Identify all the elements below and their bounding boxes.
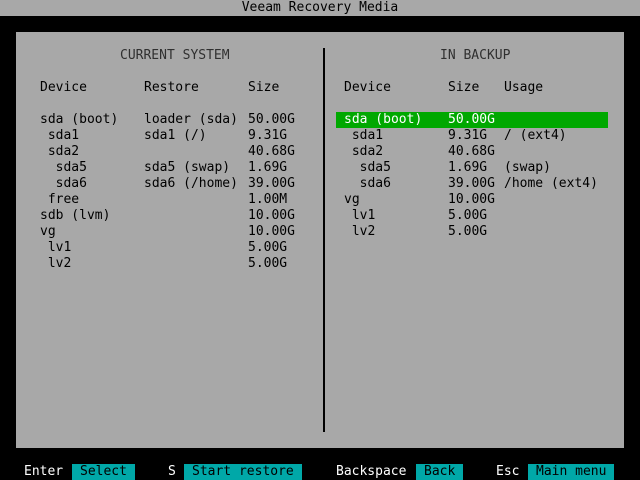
main-panel: CURRENT SYSTEM Device Restore Size sda (… <box>16 32 624 448</box>
device-cell: sda (boot) <box>40 112 119 127</box>
restore-cell: sda1 (/) <box>144 128 207 143</box>
device-cell: sda (boot) <box>344 112 423 127</box>
size-cell: 40.68G <box>248 144 295 159</box>
backup-header-size: Size <box>448 80 480 95</box>
footer-bar: Enter Select S Start restore Backspace B… <box>0 464 640 480</box>
device-cell: sda6 <box>344 176 391 191</box>
device-cell: free <box>40 192 80 207</box>
current-header-device: Device <box>40 80 87 95</box>
size-cell: 10.00G <box>248 224 295 239</box>
size-cell: 39.00G <box>248 176 295 191</box>
start-restore-button[interactable]: Start restore <box>184 464 302 480</box>
back-button[interactable]: Back <box>416 464 464 480</box>
current-header-restore: Restore <box>144 80 199 95</box>
device-cell: sda5 <box>40 160 87 175</box>
backup-header-usage: Usage <box>504 80 544 95</box>
size-cell: 39.00G <box>448 176 495 191</box>
restore-cell: sda5 (swap) <box>144 160 231 175</box>
device-cell: lv1 <box>40 240 72 255</box>
current-system-title: CURRENT SYSTEM <box>120 48 230 63</box>
size-cell: 10.00G <box>448 192 495 207</box>
device-cell: sda2 <box>40 144 80 159</box>
size-cell: 5.00G <box>448 208 488 223</box>
size-cell: 10.00G <box>248 208 295 223</box>
device-cell: lv2 <box>40 256 72 271</box>
size-cell: 50.00G <box>448 112 495 127</box>
select-button[interactable]: Select <box>72 464 135 480</box>
restore-cell: loader (sda) <box>144 112 238 127</box>
backspace-key-label: Backspace <box>336 464 407 479</box>
panel-divider <box>323 48 325 432</box>
device-cell: sdb (lvm) <box>40 208 111 223</box>
device-cell: vg <box>40 224 56 239</box>
size-cell: 40.68G <box>448 144 495 159</box>
device-cell: sda1 <box>40 128 80 143</box>
size-cell: 1.00M <box>248 192 288 207</box>
size-cell: 5.00G <box>448 224 488 239</box>
size-cell: 50.00G <box>248 112 295 127</box>
usage-cell: /home (ext4) <box>504 176 598 191</box>
device-cell: sda6 <box>40 176 87 191</box>
device-cell: sda1 <box>344 128 384 143</box>
device-cell: sda5 <box>344 160 391 175</box>
size-cell: 5.00G <box>248 256 288 271</box>
main-menu-button[interactable]: Main menu <box>528 464 615 480</box>
current-header-size: Size <box>248 80 280 95</box>
restore-cell: sda6 (/home) <box>144 176 238 191</box>
size-cell: 5.00G <box>248 240 288 255</box>
s-key-label: S <box>168 464 176 479</box>
backup-header-device: Device <box>344 80 391 95</box>
size-cell: 1.69G <box>248 160 288 175</box>
size-cell: 9.31G <box>248 128 288 143</box>
size-cell: 1.69G <box>448 160 488 175</box>
enter-key-label: Enter <box>24 464 64 479</box>
device-cell: sda2 <box>344 144 384 159</box>
in-backup-title: IN BACKUP <box>440 48 511 63</box>
size-cell: 9.31G <box>448 128 488 143</box>
window-title: Veeam Recovery Media <box>0 0 640 16</box>
usage-cell: / (ext4) <box>504 128 567 143</box>
esc-key-label: Esc <box>496 464 520 479</box>
usage-cell: (swap) <box>504 160 551 175</box>
device-cell: lv1 <box>344 208 376 223</box>
device-cell: vg <box>344 192 360 207</box>
device-cell: lv2 <box>344 224 376 239</box>
